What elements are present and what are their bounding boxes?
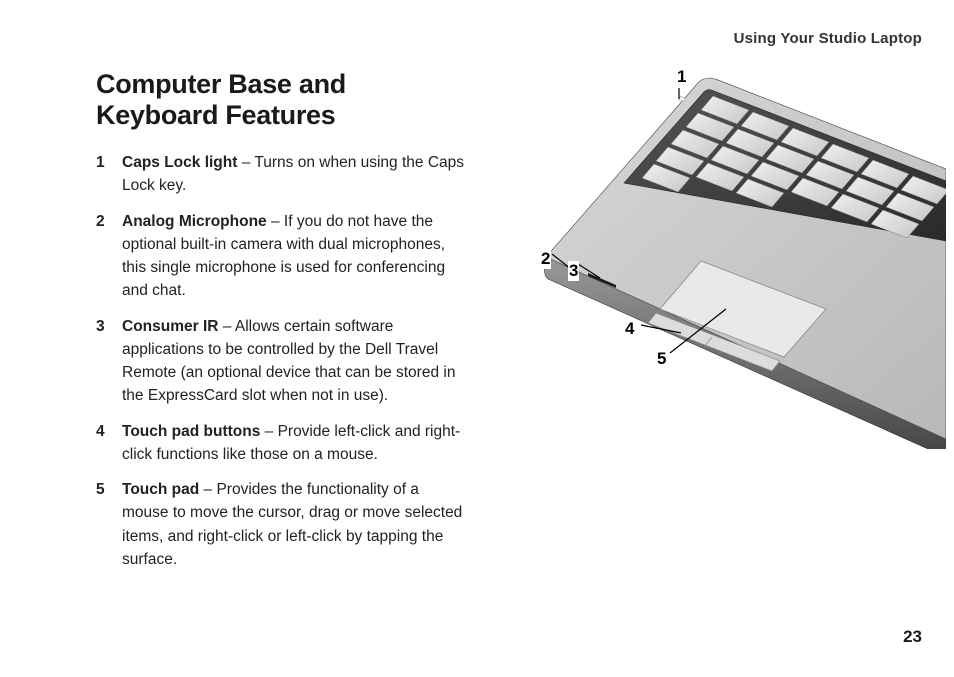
laptop-figure: 1 2 3 4 5 [506,69,922,429]
text-column: Computer Base and Keyboard Features Caps… [96,69,466,583]
feature-item-4: Touch pad buttons – Provide left-click a… [96,420,466,467]
callout-5: 5 [656,349,667,369]
callout-3: 3 [568,261,579,281]
feature-item-2: Analog Microphone – If you do not have t… [96,210,466,303]
feature-item-5: Touch pad – Provides the functionality o… [96,478,466,571]
feature-item-1: Caps Lock light – Turns on when using th… [96,151,466,198]
feature-title: Touch pad buttons [122,423,260,440]
figure-column: 1 2 3 4 5 [506,69,922,583]
page-content: Computer Base and Keyboard Features Caps… [96,69,922,583]
page-number: 23 [903,627,922,647]
feature-title: Consumer IR [122,318,218,335]
feature-sep: – [260,423,277,440]
callout-4: 4 [624,319,635,339]
feature-title: Caps Lock light [122,154,237,171]
feature-item-3: Consumer IR – Allows certain software ap… [96,315,466,408]
feature-sep: – [237,154,254,171]
running-head: Using Your Studio Laptop [96,30,922,47]
feature-title: Touch pad [122,481,199,498]
feature-sep: – [267,213,284,230]
feature-title: Analog Microphone [122,213,267,230]
laptop-illustration [506,69,946,449]
feature-list: Caps Lock light – Turns on when using th… [96,151,466,571]
section-title: Computer Base and Keyboard Features [96,69,466,131]
callout-2: 2 [540,249,551,269]
feature-sep: – [218,318,234,335]
feature-sep: – [199,481,216,498]
callout-1: 1 [676,67,687,87]
